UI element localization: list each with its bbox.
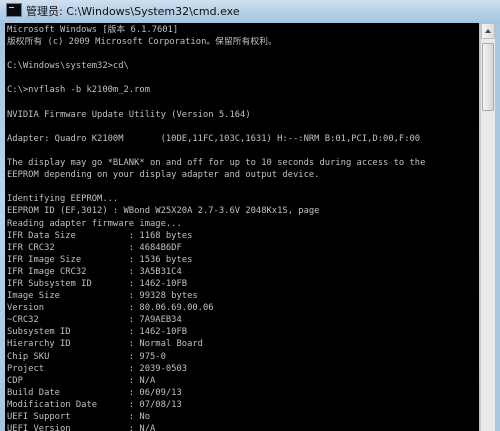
console-line: Hierarchy ID : Normal Board — [7, 339, 203, 350]
console-line: The display may go *BLANK* on and off fo… — [7, 158, 426, 169]
console-line: IFR Image CRC32 : 3A5B31C4 — [7, 266, 182, 277]
console-line: EEPROM depending on your display adapter… — [7, 170, 320, 181]
console-line: Build Date : 06/09/13 — [7, 387, 182, 398]
console-line: Reading adapter firmware image... — [7, 218, 182, 229]
console-line: IFR Image Size : 1536 bytes — [7, 254, 193, 265]
console-line: CDP : N/A — [7, 375, 156, 386]
console-line: UEFI Version : N/A — [7, 424, 156, 431]
cmd-icon[interactable] — [6, 3, 22, 17]
console-line: NVIDIA Firmware Update Utility (Version … — [7, 109, 251, 120]
cmd-window: 管理员: C:\Windows\System32\cmd.exe Microso… — [0, 0, 500, 431]
console-line: Image Size : 99328 bytes — [7, 291, 198, 302]
console-line: Version : 80.06.69.00.06 — [7, 303, 214, 314]
scroll-up-button[interactable] — [481, 23, 495, 39]
console-line: Adapter: Quadro K2100M (10DE,11FC,103C,1… — [7, 133, 421, 144]
console-line: EEPROM ID (EF,3012) : WBond W25X20A 2.7-… — [7, 206, 320, 217]
window-title: 管理员: C:\Windows\System32\cmd.exe — [26, 5, 240, 18]
console-line: Microsoft Windows [版本 6.1.7601] — [7, 25, 179, 35]
console-output[interactable]: Microsoft Windows [版本 6.1.7601] 版权所有 (c) … — [5, 23, 479, 431]
scroll-thumb[interactable] — [482, 43, 494, 111]
console-line: UEFI Support : No — [7, 412, 150, 422]
console-line: Subsystem ID : 1462-10FB — [7, 327, 188, 338]
console-line: IFR Subsystem ID : 1462-10FB — [7, 278, 188, 289]
console-line: IFR CRC32 : 4684B6DF — [7, 242, 182, 253]
console-line: Project : 2039-0503 — [7, 363, 188, 374]
console-line: Chip SKU : 975-0 — [7, 351, 166, 362]
title-bar[interactable]: 管理员: C:\Windows\System32\cmd.exe — [0, 0, 500, 22]
console-line: Modification Date : 07/08/13 — [7, 399, 182, 410]
vertical-scrollbar[interactable] — [480, 23, 495, 431]
console-line: Identifying EEPROM... — [7, 194, 119, 205]
console-line: ~CRC32 : 7A9AEB34 — [7, 315, 182, 326]
console-line: IFR Data Size : 1168 bytes — [7, 230, 193, 241]
console-line: 版权所有 (c) 2009 Microsoft Corporation。保留所有… — [7, 37, 277, 48]
console-lines: Microsoft Windows [版本 6.1.7601] 版权所有 (c) … — [5, 23, 479, 431]
window-frame-right — [495, 23, 500, 431]
console-line: C:\Windows\system32>cd\ — [7, 61, 129, 72]
console-line: C:\>nvflash -b k2100m_2.rom — [7, 85, 150, 96]
